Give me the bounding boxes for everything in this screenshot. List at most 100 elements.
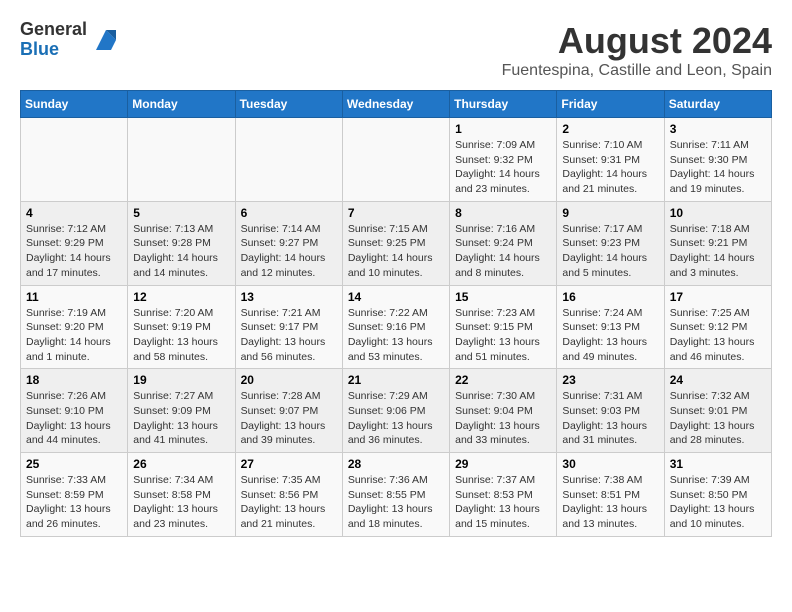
logo-icon <box>91 25 121 55</box>
calendar-cell: 28 Sunrise: 7:36 AM Sunset: 8:55 PM Dayli… <box>342 453 449 537</box>
day-number: 24 <box>670 373 766 387</box>
calendar-cell: 18Sunrise: 7:26 AM Sunset: 9:10 PM Dayli… <box>21 369 128 453</box>
day-number: 23 <box>562 373 658 387</box>
day-number: 6 <box>241 206 337 220</box>
calendar-week-row: 4 Sunrise: 7:12 AM Sunset: 9:29 PM Daylig… <box>21 201 772 285</box>
weekday-header: Monday <box>128 91 235 118</box>
day-number: 30 <box>562 457 658 471</box>
calendar-cell: 12Sunrise: 7:20 AM Sunset: 9:19 PM Dayli… <box>128 285 235 369</box>
calendar-cell: 4 Sunrise: 7:12 AM Sunset: 9:29 PM Daylig… <box>21 201 128 285</box>
weekday-header: Thursday <box>450 91 557 118</box>
day-number: 19 <box>133 373 229 387</box>
calendar-cell: 22 Sunrise: 7:30 AM Sunset: 9:04 PM Dayli… <box>450 369 557 453</box>
weekday-header: Saturday <box>664 91 771 118</box>
calendar-week-row: 1 Sunrise: 7:09 AM Sunset: 9:32 PM Daylig… <box>21 118 772 202</box>
day-number: 11 <box>26 290 122 304</box>
calendar-cell: 5Sunrise: 7:13 AM Sunset: 9:28 PM Daylig… <box>128 201 235 285</box>
day-number: 27 <box>241 457 337 471</box>
calendar-cell: 23 Sunrise: 7:31 AM Sunset: 9:03 PM Dayli… <box>557 369 664 453</box>
day-info: Sunrise: 7:25 AM Sunset: 9:12 PM Dayligh… <box>670 306 766 365</box>
weekday-header: Friday <box>557 91 664 118</box>
day-info: Sunrise: 7:15 AM Sunset: 9:25 PM Dayligh… <box>348 222 444 281</box>
calendar-cell <box>128 118 235 202</box>
day-info: Sunrise: 7:33 AM Sunset: 8:59 PM Dayligh… <box>26 473 122 532</box>
calendar-cell: 15Sunrise: 7:23 AM Sunset: 9:15 PM Dayli… <box>450 285 557 369</box>
day-info: Sunrise: 7:16 AM Sunset: 9:24 PM Dayligh… <box>455 222 551 281</box>
day-info: Sunrise: 7:14 AM Sunset: 9:27 PM Dayligh… <box>241 222 337 281</box>
day-info: Sunrise: 7:37 AM Sunset: 8:53 PM Dayligh… <box>455 473 551 532</box>
weekday-header: Sunday <box>21 91 128 118</box>
logo-blue-text: Blue <box>20 40 87 60</box>
location-title: Fuentespina, Castille and Leon, Spain <box>502 62 772 80</box>
calendar-table: SundayMondayTuesdayWednesdayThursdayFrid… <box>20 90 772 537</box>
day-number: 29 <box>455 457 551 471</box>
day-number: 2 <box>562 122 658 136</box>
day-number: 17 <box>670 290 766 304</box>
day-info: Sunrise: 7:12 AM Sunset: 9:29 PM Dayligh… <box>26 222 122 281</box>
day-info: Sunrise: 7:18 AM Sunset: 9:21 PM Dayligh… <box>670 222 766 281</box>
day-info: Sunrise: 7:23 AM Sunset: 9:15 PM Dayligh… <box>455 306 551 365</box>
calendar-cell: 6 Sunrise: 7:14 AM Sunset: 9:27 PM Daylig… <box>235 201 342 285</box>
calendar-cell <box>235 118 342 202</box>
day-number: 13 <box>241 290 337 304</box>
day-info: Sunrise: 7:24 AM Sunset: 9:13 PM Dayligh… <box>562 306 658 365</box>
day-info: Sunrise: 7:35 AM Sunset: 8:56 PM Dayligh… <box>241 473 337 532</box>
calendar-week-row: 18Sunrise: 7:26 AM Sunset: 9:10 PM Dayli… <box>21 369 772 453</box>
calendar-cell: 29 Sunrise: 7:37 AM Sunset: 8:53 PM Dayli… <box>450 453 557 537</box>
day-info: Sunrise: 7:38 AM Sunset: 8:51 PM Dayligh… <box>562 473 658 532</box>
day-info: Sunrise: 7:11 AM Sunset: 9:30 PM Dayligh… <box>670 138 766 197</box>
day-number: 18 <box>26 373 122 387</box>
calendar-cell: 21 Sunrise: 7:29 AM Sunset: 9:06 PM Dayli… <box>342 369 449 453</box>
day-info: Sunrise: 7:28 AM Sunset: 9:07 PM Dayligh… <box>241 389 337 448</box>
page-header: General Blue August 2024 Fuentespina, Ca… <box>20 20 772 80</box>
day-info: Sunrise: 7:39 AM Sunset: 8:50 PM Dayligh… <box>670 473 766 532</box>
day-info: Sunrise: 7:17 AM Sunset: 9:23 PM Dayligh… <box>562 222 658 281</box>
day-info: Sunrise: 7:29 AM Sunset: 9:06 PM Dayligh… <box>348 389 444 448</box>
day-number: 12 <box>133 290 229 304</box>
day-number: 3 <box>670 122 766 136</box>
calendar-cell: 2 Sunrise: 7:10 AM Sunset: 9:31 PM Daylig… <box>557 118 664 202</box>
calendar-cell: 27 Sunrise: 7:35 AM Sunset: 8:56 PM Dayli… <box>235 453 342 537</box>
day-number: 9 <box>562 206 658 220</box>
day-number: 4 <box>26 206 122 220</box>
calendar-cell: 13 Sunrise: 7:21 AM Sunset: 9:17 PM Dayli… <box>235 285 342 369</box>
day-number: 16 <box>562 290 658 304</box>
calendar-cell: 26Sunrise: 7:34 AM Sunset: 8:58 PM Dayli… <box>128 453 235 537</box>
calendar-week-row: 11 Sunrise: 7:19 AM Sunset: 9:20 PM Dayli… <box>21 285 772 369</box>
day-info: Sunrise: 7:32 AM Sunset: 9:01 PM Dayligh… <box>670 389 766 448</box>
calendar-cell: 20Sunrise: 7:28 AM Sunset: 9:07 PM Dayli… <box>235 369 342 453</box>
day-info: Sunrise: 7:21 AM Sunset: 9:17 PM Dayligh… <box>241 306 337 365</box>
day-info: Sunrise: 7:27 AM Sunset: 9:09 PM Dayligh… <box>133 389 229 448</box>
day-number: 25 <box>26 457 122 471</box>
weekday-header: Wednesday <box>342 91 449 118</box>
day-number: 21 <box>348 373 444 387</box>
day-info: Sunrise: 7:09 AM Sunset: 9:32 PM Dayligh… <box>455 138 551 197</box>
day-number: 10 <box>670 206 766 220</box>
calendar-header-row: SundayMondayTuesdayWednesdayThursdayFrid… <box>21 91 772 118</box>
calendar-cell <box>21 118 128 202</box>
day-number: 28 <box>348 457 444 471</box>
day-number: 5 <box>133 206 229 220</box>
day-info: Sunrise: 7:30 AM Sunset: 9:04 PM Dayligh… <box>455 389 551 448</box>
calendar-cell: 17 Sunrise: 7:25 AM Sunset: 9:12 PM Dayli… <box>664 285 771 369</box>
day-info: Sunrise: 7:36 AM Sunset: 8:55 PM Dayligh… <box>348 473 444 532</box>
weekday-header: Tuesday <box>235 91 342 118</box>
day-number: 22 <box>455 373 551 387</box>
day-number: 1 <box>455 122 551 136</box>
day-info: Sunrise: 7:10 AM Sunset: 9:31 PM Dayligh… <box>562 138 658 197</box>
day-number: 26 <box>133 457 229 471</box>
day-info: Sunrise: 7:31 AM Sunset: 9:03 PM Dayligh… <box>562 389 658 448</box>
day-info: Sunrise: 7:22 AM Sunset: 9:16 PM Dayligh… <box>348 306 444 365</box>
day-info: Sunrise: 7:19 AM Sunset: 9:20 PM Dayligh… <box>26 306 122 365</box>
calendar-cell: 31 Sunrise: 7:39 AM Sunset: 8:50 PM Dayli… <box>664 453 771 537</box>
calendar-cell: 10 Sunrise: 7:18 AM Sunset: 9:21 PM Dayli… <box>664 201 771 285</box>
day-number: 31 <box>670 457 766 471</box>
logo-general-text: General <box>20 20 87 40</box>
calendar-cell <box>342 118 449 202</box>
calendar-cell: 3 Sunrise: 7:11 AM Sunset: 9:30 PM Daylig… <box>664 118 771 202</box>
calendar-week-row: 25 Sunrise: 7:33 AM Sunset: 8:59 PM Dayli… <box>21 453 772 537</box>
month-title: August 2024 <box>502 20 772 62</box>
day-number: 7 <box>348 206 444 220</box>
title-area: August 2024 Fuentespina, Castille and Le… <box>502 20 772 80</box>
day-number: 8 <box>455 206 551 220</box>
